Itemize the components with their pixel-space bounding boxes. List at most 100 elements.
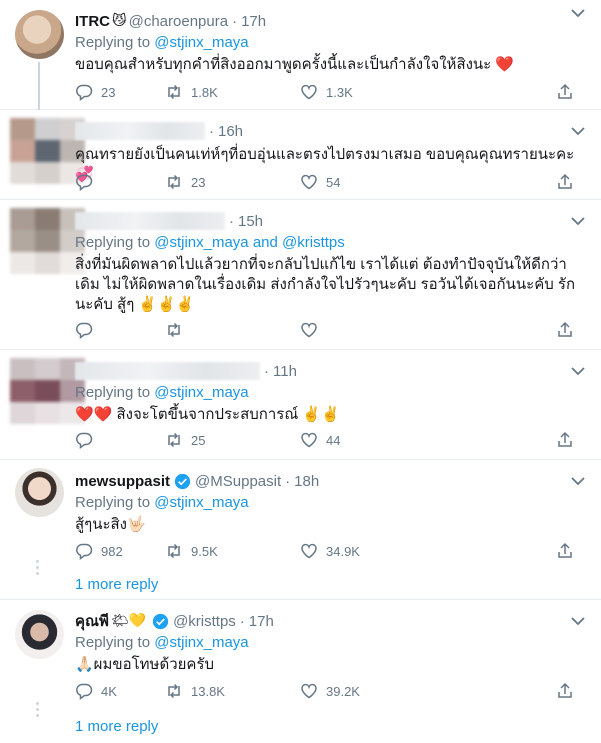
retweet-button[interactable]: 13.8K (165, 681, 300, 701)
replying-to: Replying to @stjinx_maya (75, 493, 589, 513)
share-button[interactable] (556, 82, 601, 102)
avatar-blurred[interactable] (10, 118, 85, 184)
tweet-anon-2[interactable]: · 15h Replying to @stjinx_maya and @kris… (0, 200, 601, 350)
reply-count: 982 (101, 543, 123, 559)
mention-link[interactable]: @stjinx_maya (154, 34, 248, 51)
name-emoji: 🌤💛 (110, 613, 147, 629)
timestamp[interactable]: 15h (238, 213, 263, 230)
retweet-button[interactable]: 23 (165, 172, 300, 192)
reply-button[interactable]: 23 (75, 82, 165, 102)
replying-to: Replying to @stjinx_maya (75, 383, 589, 403)
share-button[interactable] (556, 172, 601, 192)
thread-connector (38, 62, 40, 110)
display-name[interactable]: คุณพี (75, 609, 109, 633)
replying-to: Replying to @stjinx_maya (75, 33, 589, 53)
retweet-icon (168, 322, 180, 338)
retweet-button[interactable]: 25 (165, 430, 300, 450)
like-icon (301, 84, 317, 100)
display-name[interactable]: ITRC (75, 13, 110, 30)
tweet-mewsuppasit[interactable]: mewsuppasit @MSuppasit · 18h Replying to… (0, 460, 601, 600)
tweet-itrc[interactable]: ITRC 😼 @charoenpura · 17h Replying to @s… (0, 0, 601, 110)
reply-icon (76, 543, 93, 560)
tweet-text: สิ่งที่มันผิดพลาดไปแล้วยากที่จะกลับไปแก้… (75, 256, 576, 313)
share-icon (558, 682, 572, 698)
like-button[interactable]: 54 (300, 172, 435, 192)
retweet-count: 1.8K (191, 84, 218, 100)
separator-dot: · (232, 12, 238, 30)
tweet-header: mewsuppasit @MSuppasit · 18h (75, 471, 589, 491)
share-button[interactable] (556, 320, 601, 340)
mention-link[interactable]: @stjinx_maya (154, 494, 248, 511)
timestamp[interactable]: 17h (249, 613, 274, 630)
separator-dot: · (209, 122, 214, 140)
reply-button[interactable] (75, 430, 165, 450)
like-button[interactable] (300, 320, 435, 340)
retweet-button[interactable]: 9.5K (165, 541, 300, 561)
tweet-text: ❤️❤️ สิงจะโตขึ้นจากประสบการณ์ ✌️✌️ (75, 406, 340, 423)
tweet-kristtps[interactable]: คุณพี 🌤💛 @kristtps · 17h Replying to @st… (0, 600, 601, 743)
reply-icon (76, 322, 93, 339)
user-handle[interactable]: @MSuppasit (195, 473, 281, 490)
retweet-button[interactable]: 1.8K (165, 82, 300, 102)
like-button[interactable]: 44 (300, 430, 435, 450)
tweet-anon-1[interactable]: · 16h คุณทรายยังเป็นคนเท่ห์ๆที่อบอุ่นและ… (0, 110, 601, 200)
like-button[interactable]: 39.2K (300, 681, 435, 701)
reply-count: 23 (101, 84, 116, 100)
avatar[interactable] (15, 610, 64, 659)
like-button[interactable]: 1.3K (300, 82, 435, 102)
avatar[interactable] (15, 468, 64, 517)
display-name-blurred[interactable] (75, 362, 260, 380)
share-button[interactable] (556, 541, 601, 561)
timestamp[interactable]: 16h (218, 123, 243, 140)
display-name-blurred[interactable] (75, 122, 205, 140)
reply-count: 4K (101, 683, 117, 699)
like-count: 1.3K (326, 84, 353, 100)
replying-prefix: Replying to (75, 234, 151, 251)
reply-button[interactable]: 982 (75, 541, 165, 561)
avatar-blurred[interactable] (10, 208, 85, 274)
user-handle[interactable]: @kristtps (173, 613, 236, 630)
separator-dot: · (285, 472, 291, 490)
retweet-icon (168, 683, 180, 699)
replying-to: Replying to @stjinx_maya and @kristtps (75, 233, 589, 253)
like-icon (301, 174, 317, 190)
replying-prefix: Replying to (75, 634, 151, 651)
reply-button[interactable] (75, 320, 165, 340)
replying-prefix: Replying to (75, 384, 151, 401)
more-replies-link[interactable]: 1 more reply (75, 718, 158, 735)
avatar[interactable] (15, 10, 64, 59)
tweet-actions: 23 54 (75, 172, 572, 192)
avatar-blurred[interactable] (10, 358, 85, 424)
thread-more-dots (36, 702, 40, 720)
mention-link-2[interactable]: @kristtps (282, 234, 345, 251)
mention-link[interactable]: @stjinx_maya (154, 384, 248, 401)
reply-button[interactable]: 4K (75, 681, 165, 701)
tweet-actions: 982 9.5K 34.9K (75, 541, 572, 561)
like-button[interactable]: 34.9K (300, 541, 435, 561)
retweet-button[interactable] (165, 320, 300, 340)
share-button[interactable] (556, 681, 601, 701)
reply-button[interactable] (75, 172, 165, 192)
mention-link[interactable]: @stjinx_maya (154, 234, 248, 251)
retweet-count: 13.8K (191, 683, 225, 699)
verified-badge-icon (152, 613, 169, 629)
replying-prefix: Replying to (75, 34, 151, 51)
tweet-header: · 11h (75, 361, 589, 381)
mention-link[interactable]: @stjinx_maya (154, 634, 248, 651)
like-count: 44 (326, 432, 341, 448)
name-emoji: 😼 (112, 13, 127, 29)
thread-more-dots (36, 560, 40, 578)
tweet-header: · 15h (75, 211, 589, 231)
display-name[interactable]: mewsuppasit (75, 473, 170, 490)
separator-dot: · (264, 362, 269, 380)
retweet-count: 9.5K (191, 543, 218, 559)
display-name-blurred[interactable] (75, 212, 225, 230)
tweet-text: สู้ๆนะสิง🤟🏻 (75, 516, 146, 533)
timestamp[interactable]: 17h (241, 13, 266, 30)
tweet-anon-3[interactable]: · 11h Replying to @stjinx_maya ❤️❤️ สิงจ… (0, 350, 601, 460)
user-handle[interactable]: @charoenpura (129, 13, 228, 30)
more-replies-link[interactable]: 1 more reply (75, 576, 158, 593)
timestamp[interactable]: 11h (273, 363, 297, 380)
share-button[interactable] (556, 430, 601, 450)
timestamp[interactable]: 18h (294, 473, 319, 490)
